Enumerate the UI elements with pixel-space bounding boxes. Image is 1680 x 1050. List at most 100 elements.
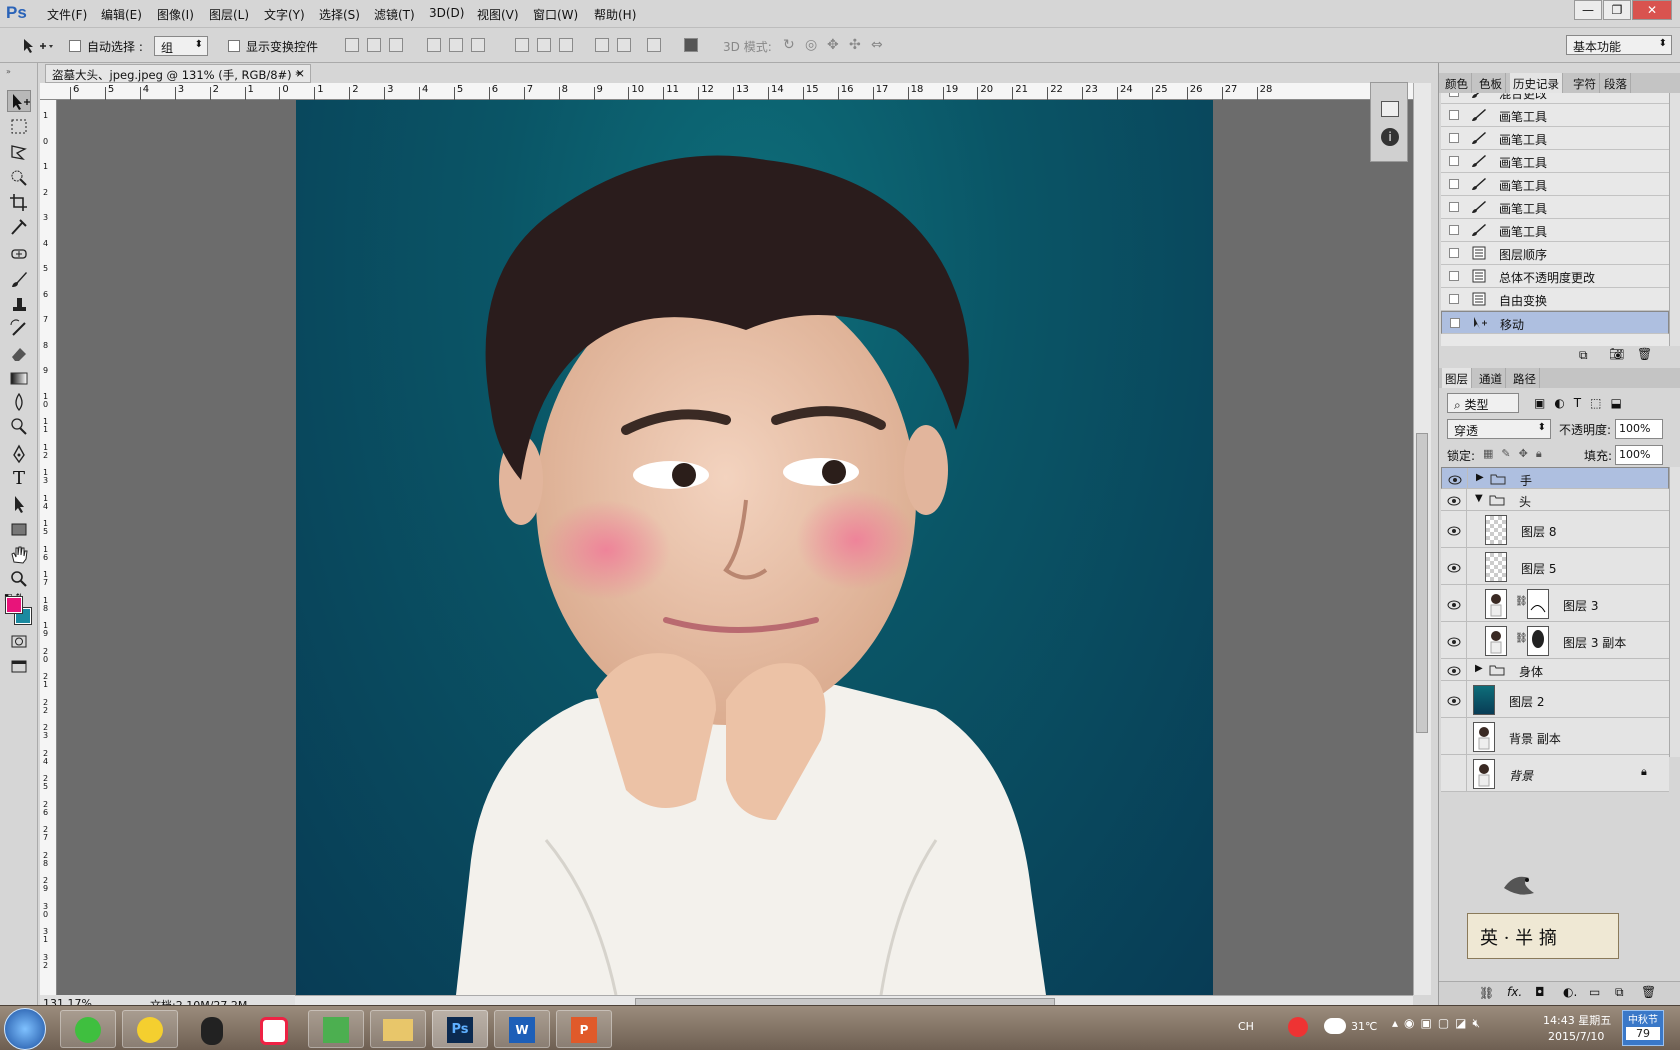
layer-thumbnail[interactable] — [1485, 514, 1507, 545]
visibility-toggle[interactable] — [1441, 659, 1467, 681]
menu-layer[interactable]: 图层(L) — [209, 6, 249, 23]
layer-filter-icons[interactable]: ▣◐T⬚⬓ — [1534, 396, 1664, 412]
history-item[interactable]: 混合更改 — [1441, 93, 1669, 104]
marquee-tool-icon[interactable] — [7, 116, 31, 138]
history-item[interactable]: 自由变换 — [1441, 288, 1669, 311]
layer-row[interactable]: 图层 8 — [1441, 511, 1669, 548]
distribute-bottom-icon[interactable] — [559, 38, 573, 52]
visibility-toggle[interactable] — [1441, 622, 1467, 659]
visibility-toggle[interactable] — [1441, 681, 1467, 718]
ime-indicator[interactable]: CH — [1238, 1020, 1254, 1033]
history-checkbox[interactable] — [1449, 179, 1459, 189]
restore-button[interactable]: ❐ — [1603, 0, 1631, 20]
fill-field[interactable]: 100% — [1615, 445, 1663, 465]
taskbar-green-app-icon[interactable] — [308, 1010, 364, 1048]
align-top-icon[interactable] — [345, 38, 359, 52]
new-group-icon[interactable]: ▭ — [1589, 985, 1600, 999]
layer-row[interactable]: 背景 副本 — [1441, 718, 1669, 755]
layer-thumbnail[interactable] — [1485, 588, 1507, 619]
taskbar-qq-icon[interactable] — [184, 1010, 240, 1048]
layer-group-row[interactable]: ▶ 身体 — [1441, 659, 1669, 681]
layer-thumbnail[interactable] — [1485, 625, 1507, 656]
adjustment-layer-icon[interactable]: ◐. — [1563, 985, 1577, 999]
layer-thumbnail[interactable] — [1473, 684, 1495, 715]
history-item[interactable]: 图层顺序 — [1441, 242, 1669, 265]
dodge-tool-icon[interactable] — [7, 415, 31, 437]
history-checkbox[interactable] — [1449, 248, 1459, 258]
visibility-toggle[interactable] — [1441, 548, 1467, 585]
layer-group-row[interactable]: ▶ 手 — [1441, 467, 1669, 490]
delete-layer-icon[interactable]: 🗑︎ — [1641, 985, 1656, 999]
menu-3d[interactable]: 3D(D) — [429, 6, 464, 20]
history-item[interactable]: 移动 — [1441, 311, 1669, 334]
distribute-vcenter-icon[interactable] — [537, 38, 551, 52]
lasso-tool-icon[interactable] — [7, 141, 31, 163]
tab-paragraph[interactable]: 段落 — [1601, 73, 1631, 93]
tab-character[interactable]: 字符 — [1570, 73, 1600, 93]
taskbar-powerpoint-icon[interactable]: P — [556, 1010, 612, 1048]
type-tool-icon[interactable]: T — [7, 468, 31, 490]
layer-row[interactable]: 图层 5 — [1441, 548, 1669, 585]
quick-select-tool-icon[interactable] — [7, 166, 31, 188]
visibility-toggle[interactable] — [1441, 585, 1467, 622]
layer-row[interactable]: 背景 🔒︎ — [1441, 755, 1669, 792]
taskbar-sogou-icon[interactable] — [246, 1010, 302, 1048]
foreground-color-swatch[interactable] — [5, 596, 23, 614]
auto-align-icon[interactable] — [684, 38, 698, 52]
menu-help[interactable]: 帮助(H) — [594, 6, 636, 23]
history-checkbox[interactable] — [1450, 318, 1460, 328]
pen-tool-icon[interactable] — [7, 443, 31, 465]
info-panel-icon[interactable]: i — [1381, 128, 1399, 146]
auto-select-checkbox[interactable] — [69, 40, 81, 52]
hand-tool-icon[interactable] — [7, 543, 31, 565]
clone-stamp-tool-icon[interactable] — [7, 293, 31, 315]
tab-history[interactable]: 历史记录 — [1510, 73, 1563, 93]
visibility-toggle[interactable] — [1442, 468, 1468, 490]
layers-scrollbar[interactable] — [1669, 467, 1680, 757]
eraser-tool-icon[interactable] — [7, 342, 31, 364]
history-item[interactable]: 画笔工具 — [1441, 196, 1669, 219]
taskbar-explorer-icon[interactable] — [370, 1010, 426, 1048]
visibility-toggle[interactable] — [1441, 755, 1467, 792]
document-tab[interactable]: 盗墓大头、jpeg.jpeg @ 131% (手, RGB/8#) * × — [45, 64, 311, 83]
close-button[interactable]: ✕ — [1632, 0, 1672, 20]
layer-filter-dropdown[interactable]: ⌕ 类型 — [1447, 393, 1519, 413]
brush-tool-icon[interactable] — [7, 268, 31, 290]
blur-tool-icon[interactable] — [7, 391, 31, 413]
mask-link-icon[interactable]: ⛓ — [1515, 633, 1528, 644]
tray-icons[interactable]: ▴◉▣▢◪🔇︎ — [1392, 1016, 1512, 1040]
history-item[interactable]: 总体不透明度更改 — [1441, 265, 1669, 288]
link-layers-icon[interactable]: ⛓ — [1479, 986, 1494, 1000]
close-tab-icon[interactable]: × — [295, 66, 305, 80]
healing-brush-tool-icon[interactable] — [7, 243, 31, 265]
auto-select-dropdown[interactable]: 组 ⬍ — [154, 36, 208, 56]
menu-image[interactable]: 图像(I) — [157, 6, 194, 23]
history-checkbox[interactable] — [1449, 202, 1459, 212]
layer-mask-thumbnail[interactable] — [1527, 625, 1549, 656]
history-item[interactable]: 画笔工具 — [1441, 173, 1669, 196]
menu-filter[interactable]: 滤镜(T) — [374, 6, 415, 23]
gradient-tool-icon[interactable] — [7, 367, 31, 389]
layer-mask-thumbnail[interactable] — [1527, 588, 1549, 619]
layer-thumbnail[interactable] — [1473, 758, 1495, 789]
history-brush-tool-icon[interactable] — [7, 317, 31, 339]
menu-view[interactable]: 视图(V) — [477, 6, 519, 23]
tab-layers[interactable]: 图层 — [1442, 368, 1472, 388]
zoom-tool-icon[interactable] — [7, 568, 31, 590]
menu-file[interactable]: 文件(F) — [47, 6, 87, 23]
expand-arrow-right-icon[interactable]: ▶ — [1475, 663, 1483, 674]
history-checkbox[interactable] — [1449, 110, 1459, 120]
show-transform-checkbox[interactable] — [228, 40, 240, 52]
3d-rotate-icon[interactable]: ↻ — [783, 37, 795, 53]
vertical-scrollbar[interactable] — [1413, 83, 1431, 995]
history-item[interactable]: 画笔工具 — [1441, 219, 1669, 242]
move-tool-preset-icon[interactable] — [20, 36, 54, 56]
snapshot-icon[interactable]: 📷︎ — [1609, 347, 1624, 361]
history-item[interactable]: 画笔工具 — [1441, 127, 1669, 150]
3d-slide-icon[interactable]: ✣ — [849, 37, 861, 53]
history-checkbox[interactable] — [1449, 225, 1459, 235]
add-mask-icon[interactable]: ◘ — [1535, 985, 1545, 999]
fx-icon[interactable]: fx. — [1507, 985, 1522, 999]
distribute-right-icon[interactable] — [647, 38, 661, 52]
layer-thumbnail[interactable] — [1485, 551, 1507, 582]
